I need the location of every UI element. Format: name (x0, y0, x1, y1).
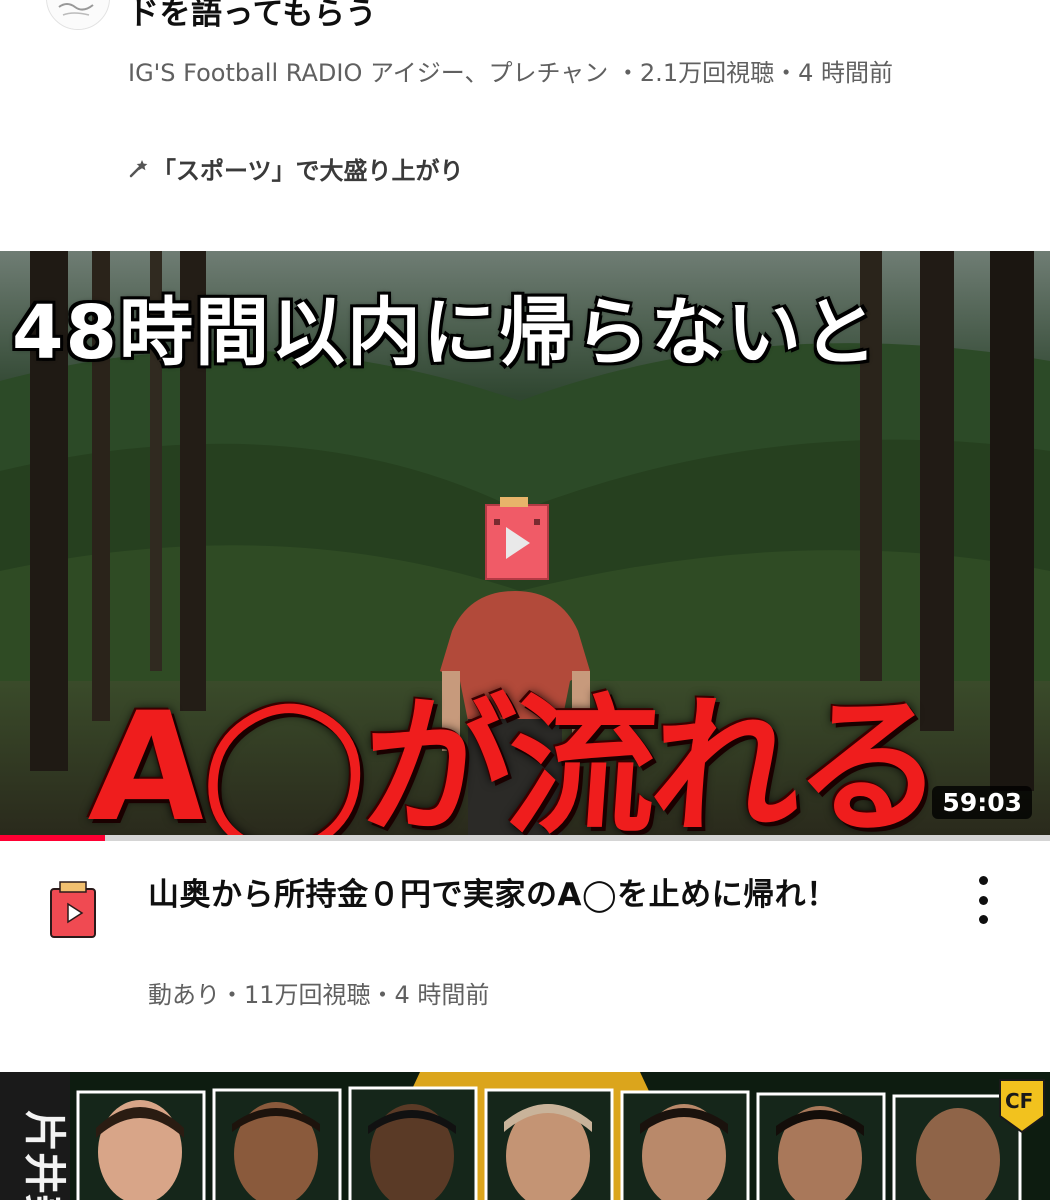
channel-avatar[interactable] (46, 0, 110, 30)
svg-text:片井美: 片井美 (20, 1110, 69, 1200)
more-options-button[interactable] (966, 876, 1000, 924)
video-thumbnail[interactable]: 48時間以内に帰らないと A◯が流れる 59:03 (0, 251, 1050, 835)
trend-badge: 「スポーツ」で大盛り上がり (128, 151, 464, 185)
video-title[interactable]: ドを語ってもらう (128, 0, 377, 33)
more-vert-icon-dot (978, 876, 988, 885)
thumbnail-headline: 48時間以内に帰らないと (12, 290, 879, 376)
channel-avatar[interactable] (36, 872, 110, 946)
channel-avatar-icon (47, 0, 109, 29)
watch-progress-fill (0, 835, 105, 841)
sparkle-icon (129, 160, 148, 178)
trend-label: 「スポーツ」で大盛り上がり (152, 156, 464, 185)
feed-item-previous[interactable]: ドを語ってもらう IG'S Football RADIO アイジー、プレチャン … (0, 0, 1050, 250)
watch-progress-bar (0, 835, 1050, 841)
video-title[interactable]: 山奥から所持金０円で実家のA◯を止めに帰れ！ (148, 868, 918, 922)
duration-badge: 59:03 (932, 786, 1032, 819)
cf-badge-text: CF (1005, 1089, 1033, 1113)
video-meta: 動あり・11万回視聴・4 時間前 (148, 981, 490, 1009)
next-video-thumbnail[interactable]: 片井美 CF (0, 1072, 1050, 1200)
channel-avatar-icon (36, 872, 110, 946)
football-players-thumbnail: 片井美 CF (0, 1072, 1050, 1200)
youtube-feed: ドを語ってもらう IG'S Football RADIO アイジー、プレチャン … (0, 0, 1050, 1200)
more-vert-icon-dot (978, 895, 988, 905)
video-meta: IG'S Football RADIO アイジー、プレチャン ・2.1万回視聴・… (128, 59, 893, 87)
more-vert-icon-dot (978, 915, 988, 924)
thumbnail-caption: A◯が流れる (84, 681, 946, 835)
